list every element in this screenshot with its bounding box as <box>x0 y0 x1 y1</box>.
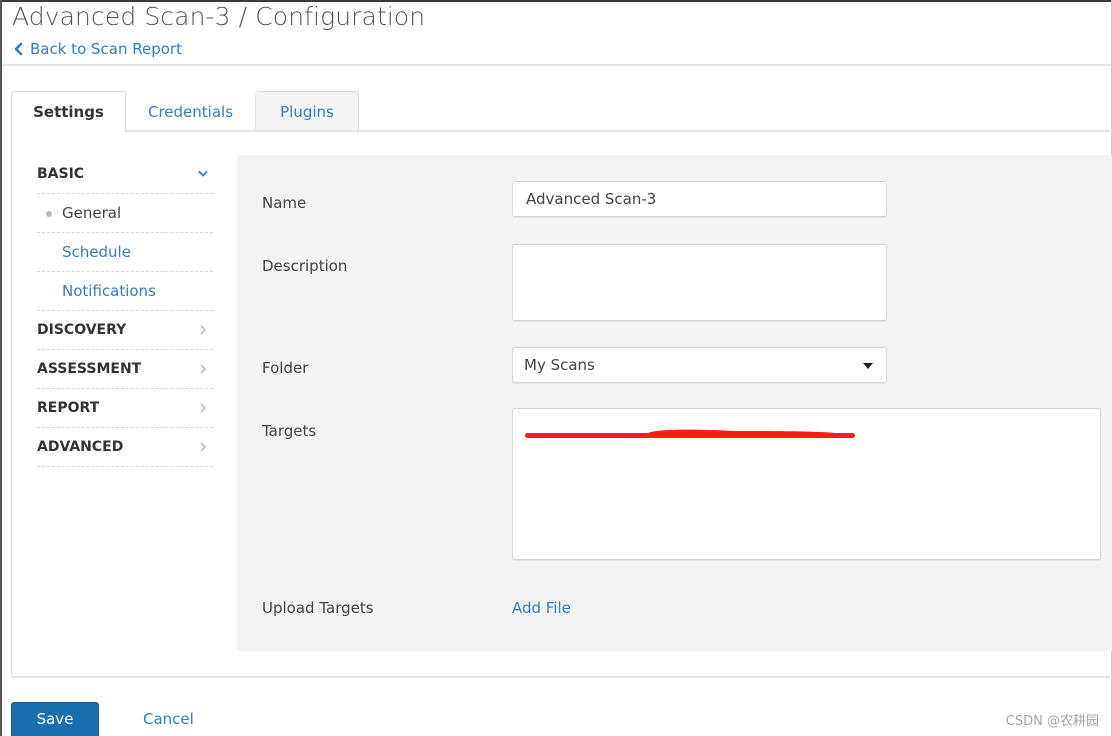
caret-down-icon <box>863 363 873 369</box>
sidebar-section-assessment[interactable]: ASSESSMENT <box>37 350 213 389</box>
window-left-edge <box>0 0 2 736</box>
sidebar-section-report[interactable]: REPORT <box>37 389 213 428</box>
sidebar-section-label: DISCOVERY <box>37 322 127 338</box>
folder-select[interactable]: My Scans <box>512 347 887 383</box>
sidebar-item-label: Notifications <box>62 282 156 300</box>
back-to-scan-report-link[interactable]: Back to Scan Report <box>12 40 182 58</box>
sidebar-section-advanced[interactable]: ADVANCED <box>37 428 213 467</box>
sidebar-item-schedule[interactable]: Schedule <box>37 233 213 272</box>
chevron-right-icon <box>200 403 206 413</box>
sidebar-section-label: BASIC <box>37 166 85 182</box>
chevron-right-icon <box>200 325 206 335</box>
card-border <box>11 131 12 677</box>
chevron-down-icon <box>198 171 208 177</box>
header-divider <box>2 64 1111 66</box>
cancel-button[interactable]: Cancel <box>143 710 194 728</box>
sidebar-item-label: General <box>62 204 122 222</box>
sidebar-item-label: Schedule <box>62 243 131 261</box>
upload-targets-label: Upload Targets <box>262 599 374 617</box>
targets-textarea[interactable] <box>512 408 1101 560</box>
general-settings-panel: Name Advanced Scan-3 Description Folder … <box>237 155 1112 651</box>
sidebar-section-label: ASSESSMENT <box>37 361 142 377</box>
sidebar-section-label: REPORT <box>37 400 100 416</box>
targets-label: Targets <box>262 422 317 440</box>
redaction-mark <box>525 429 855 438</box>
sidebar-item-notifications[interactable]: Notifications <box>37 272 213 311</box>
tab-settings[interactable]: Settings <box>11 91 126 132</box>
sidebar-section-label: ADVANCED <box>37 439 124 455</box>
tab-bar: Settings Credentials Plugins <box>11 91 359 132</box>
tab-credentials[interactable]: Credentials <box>126 92 256 131</box>
back-link-label: Back to Scan Report <box>30 40 182 58</box>
name-label: Name <box>262 194 307 212</box>
settings-sidebar: BASIC General Schedule Notifications DIS… <box>37 155 213 467</box>
configuration-card: Settings Credentials Plugins BASIC Gener… <box>11 91 1112 678</box>
folder-label: Folder <box>262 359 309 377</box>
chevron-left-icon <box>14 42 23 56</box>
sidebar-section-basic[interactable]: BASIC <box>37 155 213 194</box>
description-textarea[interactable] <box>512 244 887 321</box>
card-border-bottom <box>11 676 1112 678</box>
page-title: Advanced Scan-3 / Configuration <box>12 2 426 31</box>
description-label: Description <box>262 257 348 275</box>
folder-selected-value: My Scans <box>524 356 595 374</box>
watermark: CSDN @农耕园 <box>1005 714 1099 729</box>
chevron-right-icon <box>200 442 206 452</box>
tab-plugins[interactable]: Plugins <box>256 91 359 131</box>
current-item-dot-icon <box>46 211 52 217</box>
chevron-right-icon <box>200 364 206 374</box>
tab-bar-divider <box>126 130 1112 132</box>
name-input[interactable]: Advanced Scan-3 <box>512 181 887 217</box>
sidebar-section-discovery[interactable]: DISCOVERY <box>37 311 213 350</box>
add-file-link[interactable]: Add File <box>512 599 571 617</box>
sidebar-item-general[interactable]: General <box>37 194 213 233</box>
save-button[interactable]: Save <box>11 702 99 736</box>
